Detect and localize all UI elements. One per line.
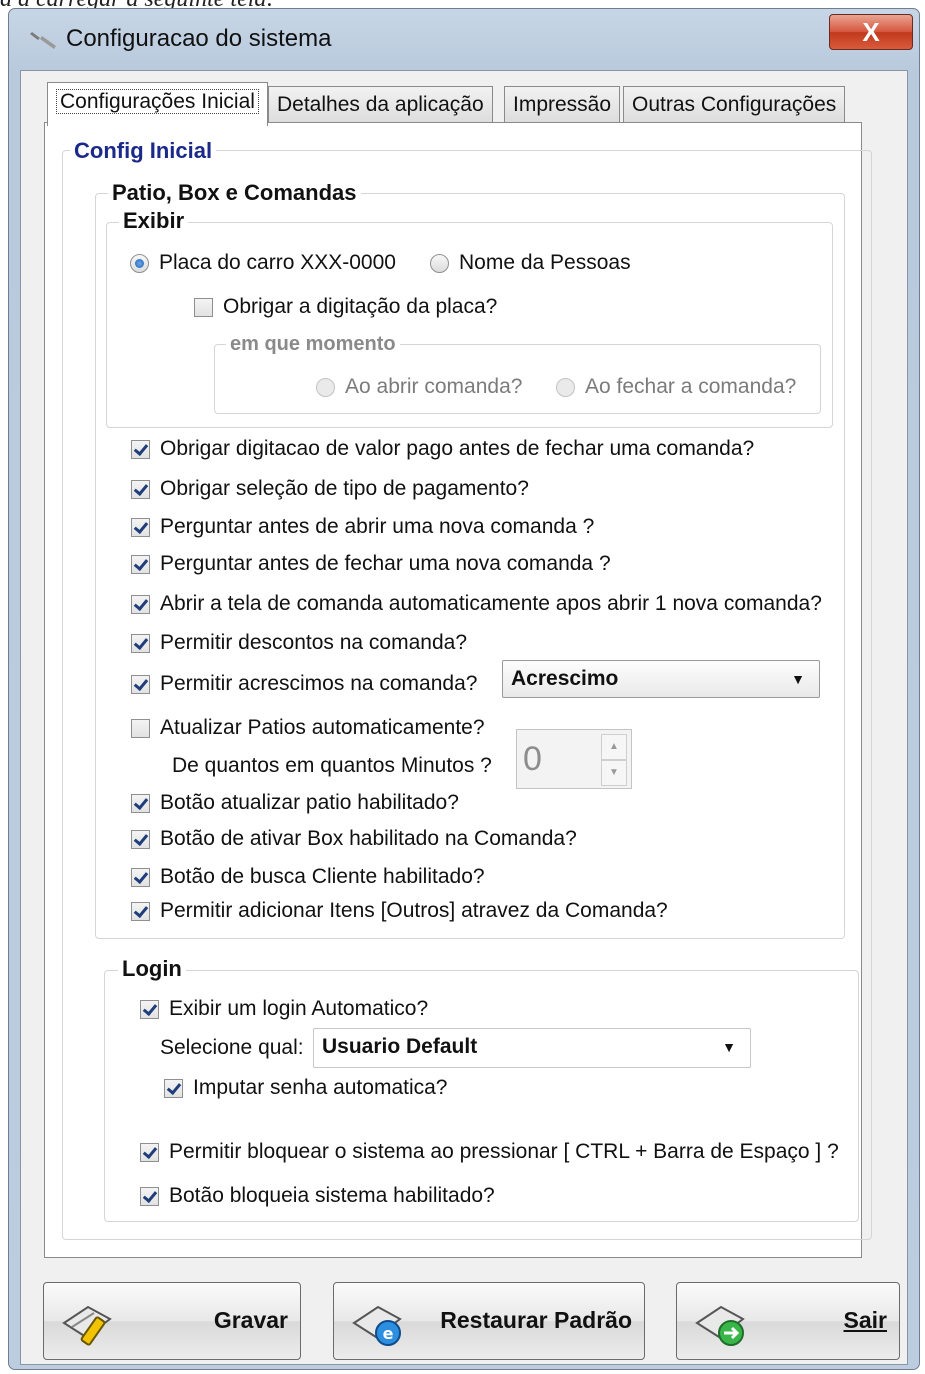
restore-icon: e (352, 1305, 402, 1346)
restaurar-button[interactable]: e Restaurar Padrão (333, 1282, 645, 1360)
option-row[interactable]: Botão de busca Cliente habilitado? (131, 865, 485, 889)
option-row[interactable]: Permitir adicionar Itens [Outros] atrave… (131, 899, 668, 923)
radio-abrir-label: Ao abrir comanda? (345, 375, 523, 398)
option-row[interactable]: Botão atualizar patio habilitado? (131, 791, 459, 815)
imputar-senha-row[interactable]: Imputar senha automatica? (164, 1076, 447, 1100)
tab-outras-configuracoes[interactable]: Outras Configurações (623, 86, 846, 124)
sair-label: Sair (843, 1307, 887, 1333)
option-checkbox[interactable] (131, 517, 150, 537)
radio-nome[interactable] (430, 253, 449, 273)
minutos-label: De quantos em quantos Minutos ? (172, 754, 492, 777)
radio-placa[interactable] (130, 253, 149, 273)
option-label: Perguntar antes de abrir uma nova comand… (160, 515, 595, 538)
restaurar-label: Restaurar Padrão (440, 1307, 632, 1333)
option-checkbox[interactable] (131, 901, 150, 921)
option-checkbox[interactable] (131, 594, 150, 614)
option-label: Permitir adicionar Itens [Outros] atrave… (160, 899, 668, 922)
radio-nome-label: Nome da Pessoas (459, 251, 631, 274)
bloquear-row[interactable]: Permitir bloquear o sistema ao pressiona… (140, 1140, 839, 1164)
radio-abrir[interactable] (316, 377, 335, 397)
option-label: Abrir a tela de comanda automaticamente … (160, 592, 822, 615)
option-checkbox[interactable] (131, 867, 150, 887)
acrescimo-select[interactable]: Acrescimo ▼ (502, 660, 820, 698)
option-row[interactable]: Obrigar digitacao de valor pago antes de… (131, 437, 754, 461)
option-label: Obrigar digitacao de valor pago antes de… (160, 437, 755, 460)
exibir-login-checkbox[interactable] (140, 999, 159, 1019)
option-row[interactable]: Perguntar antes de fechar uma nova coman… (131, 552, 611, 576)
bloquear-label: Permitir bloquear o sistema ao pressiona… (169, 1140, 839, 1163)
radio-placa-label: Placa do carro XXX-0000 (159, 251, 396, 274)
option-label: Botão atualizar patio habilitado? (160, 791, 459, 814)
patio-legend: Patio, Box e Comandas (108, 180, 361, 206)
option-checkbox[interactable] (131, 633, 150, 653)
chevron-down-icon: ▼ (791, 671, 805, 687)
exibir-login-label: Exibir um login Automatico? (169, 997, 429, 1020)
botao-bloqueia-checkbox[interactable] (140, 1186, 159, 1206)
tools-icon (30, 32, 56, 49)
save-pencil-icon (62, 1305, 112, 1346)
exit-icon (695, 1305, 745, 1346)
acrescimo-select-value: Acrescimo (511, 667, 619, 690)
sair-button[interactable]: Sair (676, 1282, 900, 1360)
option-label: Permitir descontos na comanda? (160, 631, 467, 654)
option-label: Botão de busca Cliente habilitado? (160, 865, 485, 888)
botao-bloqueia-row[interactable]: Botão bloqueia sistema habilitado? (140, 1184, 495, 1208)
option-row[interactable]: Permitir descontos na comanda? (131, 631, 467, 655)
option-label: Atualizar Patios automaticamente? (160, 716, 485, 739)
close-button[interactable]: X (829, 14, 913, 50)
option-checkbox[interactable] (131, 829, 150, 849)
gravar-label: Gravar (213, 1307, 288, 1333)
imputar-senha-label: Imputar senha automatica? (193, 1076, 448, 1099)
usuario-select-value: Usuario Default (322, 1035, 478, 1058)
option-row[interactable]: Atualizar Patios automaticamente? (131, 716, 485, 740)
tab-configuracoes-inicial[interactable]: Configurações Inicial (47, 82, 268, 126)
option-checkbox[interactable] (131, 439, 150, 459)
momento-legend: em que momento (226, 333, 400, 356)
gravar-button[interactable]: Gravar (43, 1282, 301, 1360)
radio-nome-row[interactable]: Nome da Pessoas (430, 251, 631, 275)
window-title: Configuracao do sistema (66, 25, 332, 52)
config-inicial-legend: Config Inicial (70, 138, 217, 164)
tab-detalhes-aplicacao[interactable]: Detalhes da aplicação (268, 86, 493, 124)
spin-down-icon[interactable]: ▼ (601, 760, 627, 786)
radio-fechar-label: Ao fechar a comanda? (585, 375, 797, 398)
botao-bloqueia-label: Botão bloqueia sistema habilitado? (169, 1184, 495, 1207)
option-label: Perguntar antes de fechar uma nova coman… (160, 552, 611, 575)
option-label: Botão de ativar Box habilitado na Comand… (160, 827, 577, 850)
radio-fechar-row[interactable]: Ao fechar a comanda? (556, 375, 796, 399)
option-checkbox[interactable] (131, 674, 150, 694)
option-checkbox[interactable] (131, 479, 150, 499)
minutos-spinner[interactable]: 0 ▲ ▼ (516, 729, 632, 789)
obrigar-placa-row[interactable]: Obrigar a digitação da placa? (194, 295, 497, 319)
option-label: Permitir acrescimos na comanda? (160, 672, 478, 695)
radio-fechar[interactable] (556, 377, 575, 397)
obrigar-placa-label: Obrigar a digitação da placa? (223, 295, 498, 318)
obrigar-placa-checkbox[interactable] (194, 297, 213, 317)
spin-up-icon[interactable]: ▲ (601, 734, 627, 760)
exibir-login-row[interactable]: Exibir um login Automatico? (140, 997, 428, 1021)
option-row[interactable]: Perguntar antes de abrir uma nova comand… (131, 515, 594, 539)
bloquear-checkbox[interactable] (140, 1142, 159, 1162)
option-row[interactable]: Permitir acrescimos na comanda? (131, 672, 477, 696)
option-checkbox[interactable] (131, 793, 150, 813)
option-checkbox[interactable] (131, 554, 150, 574)
option-checkbox[interactable] (131, 718, 150, 738)
imputar-senha-checkbox[interactable] (164, 1078, 183, 1098)
radio-placa-row[interactable]: Placa do carro XXX-0000 (130, 251, 396, 275)
option-row[interactable]: Botão de ativar Box habilitado na Comand… (131, 827, 577, 851)
tab-label: Configurações Inicial (56, 89, 259, 114)
svg-text:e: e (383, 1324, 394, 1343)
selecione-label: Selecione qual: (160, 1036, 304, 1059)
exibir-legend: Exibir (119, 208, 189, 234)
usuario-select[interactable]: Usuario Default ▼ (313, 1028, 751, 1068)
minutos-value: 0 (523, 740, 542, 778)
option-row[interactable]: Obrigar seleção de tipo de pagamento? (131, 477, 529, 501)
chevron-down-icon: ▼ (722, 1039, 736, 1055)
tab-impressao[interactable]: Impressão (504, 86, 621, 124)
radio-abrir-row[interactable]: Ao abrir comanda? (316, 375, 522, 399)
option-label: Obrigar seleção de tipo de pagamento? (160, 477, 529, 500)
option-row[interactable]: Abrir a tela de comanda automaticamente … (131, 592, 822, 616)
login-legend: Login (118, 956, 186, 982)
